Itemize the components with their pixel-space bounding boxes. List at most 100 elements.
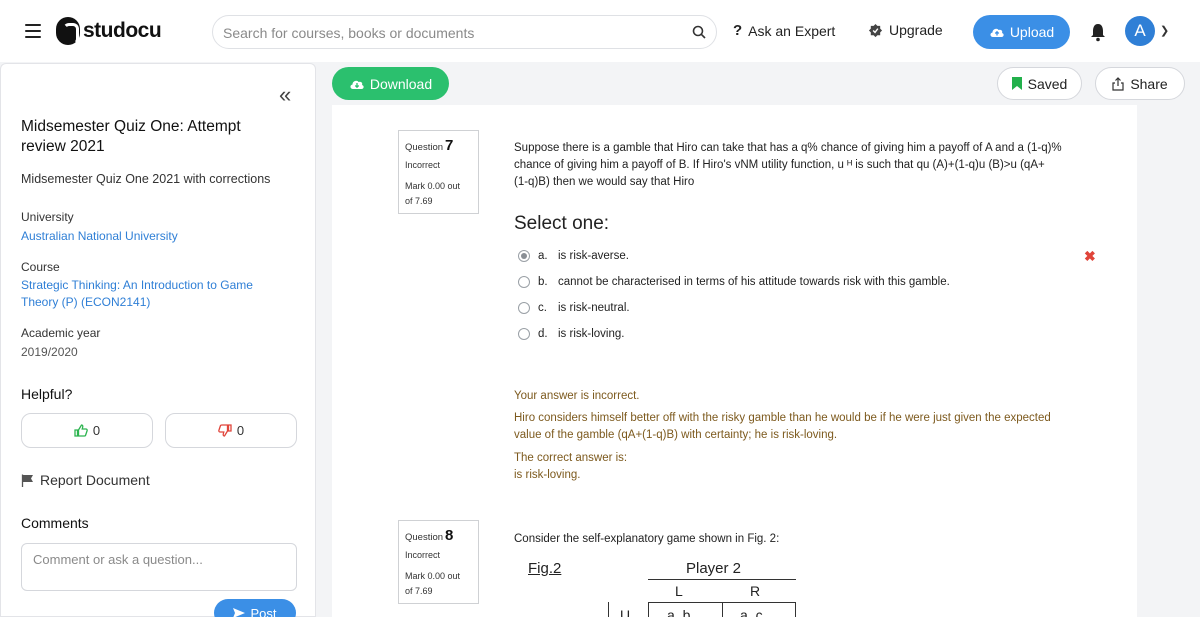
game-grid-line (795, 602, 796, 617)
comment-box[interactable] (21, 543, 297, 591)
course-link[interactable]: Strategic Thinking: An Introduction to G… (21, 277, 276, 311)
share-button[interactable]: Share (1095, 67, 1185, 100)
feedback-explanation: Hiro considers himself better off with t… (514, 412, 1051, 441)
flag-icon (21, 474, 33, 487)
select-one-label: Select one: (514, 213, 610, 234)
game-row-rule (608, 602, 609, 617)
downvote-count: 0 (236, 423, 245, 438)
studocu-logo[interactable]: studocu (56, 17, 162, 45)
column-r-label: R (750, 583, 761, 599)
bookmark-icon (1011, 77, 1022, 90)
bell-icon[interactable] (1089, 22, 1107, 42)
radio-icon[interactable] (518, 328, 530, 340)
cloud-upload-icon (990, 28, 1004, 37)
search-bar[interactable] (212, 15, 717, 49)
top-header: studocu ? Ask an Expert Upgrade Upload A… (0, 0, 1200, 62)
option-text: cannot be characterised in terms of his … (558, 276, 950, 288)
course-label: Course (21, 260, 60, 274)
user-avatar[interactable]: A (1125, 16, 1155, 46)
answer-option-b[interactable]: b. cannot be characterised in terms of h… (518, 276, 950, 288)
payoff-cell: a, b (667, 607, 691, 617)
question-text-line: (1-q)B) then we would say that Hiro (514, 176, 695, 188)
ask-expert-label: Ask an Expert (748, 22, 836, 39)
university-link[interactable]: Australian National University (21, 228, 276, 245)
chevron-down-icon[interactable]: ❯ (1160, 24, 1169, 37)
university-label: University (21, 210, 74, 224)
saved-label: Saved (1027, 75, 1068, 92)
upgrade-link[interactable]: Upgrade (868, 22, 943, 38)
downvote-button[interactable]: 0 (165, 413, 297, 448)
question-text-line: Suppose there is a gamble that Hiro can … (514, 142, 1062, 154)
send-icon (233, 608, 246, 617)
document-title: Midsemester Quiz One: Attempt review 202… (21, 118, 241, 155)
post-comment-button[interactable]: Post (214, 599, 296, 617)
search-input[interactable] (223, 22, 683, 44)
logo-icon (56, 17, 80, 45)
player-2-label: Player 2 (686, 560, 742, 577)
option-text: is risk-neutral. (558, 302, 630, 314)
thumbs-down-icon (218, 424, 232, 437)
download-label: Download (369, 75, 433, 92)
answer-option-a[interactable]: a. is risk-averse. (518, 250, 629, 262)
avatar-initial: A (1134, 21, 1146, 40)
document-subtitle: Midsemester Quiz One 2021 with correctio… (21, 172, 271, 186)
document-sidebar: « Midsemester Quiz One: Attempt review 2… (0, 63, 316, 617)
question-number: Question 8 (405, 527, 454, 544)
question-state: Incorrect (405, 550, 441, 560)
search-icon[interactable] (692, 25, 706, 39)
feedback-incorrect: Your answer is incorrect. (514, 390, 640, 402)
ask-expert-link[interactable]: ? Ask an Expert (733, 22, 835, 39)
game-grid-line (722, 602, 723, 617)
question-7-text: Suppose there is a gamble that Hiro can … (514, 140, 1094, 191)
menu-icon[interactable] (25, 24, 41, 38)
radio-icon[interactable] (518, 276, 530, 288)
upload-label: Upload (1009, 24, 1055, 40)
radio-icon[interactable] (518, 302, 530, 314)
share-icon (1112, 76, 1124, 91)
correct-answer-text: is risk-loving. (514, 469, 581, 481)
thumbs-up-icon (74, 424, 88, 437)
question-mark-icon: ? (733, 22, 743, 39)
upgrade-icon (868, 23, 883, 37)
upload-button[interactable]: Upload (973, 15, 1070, 49)
cloud-download-icon (350, 80, 364, 89)
upvote-count: 0 (92, 423, 101, 438)
logo-text: studocu (83, 19, 162, 42)
comment-input[interactable] (22, 544, 296, 590)
helpful-label: Helpful? (21, 386, 73, 402)
option-text: is risk-loving. (558, 328, 625, 340)
academic-year-label: Academic year (21, 326, 101, 340)
question-text-line: chance of giving him a payoff of B. If H… (514, 159, 1045, 171)
game-grid-line (648, 602, 649, 617)
answer-option-c[interactable]: c. is risk-neutral. (518, 302, 630, 314)
radio-selected-icon[interactable] (518, 250, 530, 262)
option-text: is risk-averse. (558, 250, 629, 262)
comments-heading: Comments (21, 515, 89, 531)
game-top-rule (648, 579, 796, 580)
question-mark: Mark 0.00 out of 7.69 (405, 181, 461, 206)
answer-option-d[interactable]: d. is risk-loving. (518, 328, 624, 340)
question-state: Incorrect (405, 160, 441, 170)
question-mark: Mark 0.00 out of 7.69 (405, 571, 461, 596)
report-document-label: Report Document (40, 472, 150, 488)
correct-answer-block: The correct answer is: is risk-loving. (514, 450, 1084, 484)
question-8-text: Consider the self-explanatory game shown… (514, 533, 780, 545)
row-u-label: U (620, 607, 631, 617)
figure-label: Fig.2 (528, 560, 562, 577)
upgrade-label: Upgrade (889, 22, 943, 38)
share-label: Share (1130, 75, 1168, 92)
collapse-sidebar-icon[interactable]: « (279, 82, 291, 108)
document-viewer: Question 7 Incorrect Mark 0.00 out of 7.69… (332, 105, 1137, 617)
question-7-info: Question 7 Incorrect Mark 0.00 out of 7.69 (398, 130, 479, 214)
question-number: Question 7 (405, 137, 454, 154)
upvote-button[interactable]: 0 (21, 413, 153, 448)
question-8-info: Question 8 Incorrect Mark 0.00 out of 7.69 (398, 520, 479, 604)
report-document-link[interactable]: Report Document (21, 472, 150, 488)
post-label: Post (250, 605, 277, 617)
payoff-cell: a, c (740, 607, 763, 617)
incorrect-x-icon: ✖ (1084, 248, 1096, 264)
saved-button[interactable]: Saved (997, 67, 1082, 100)
column-l-label: L (675, 583, 683, 599)
download-button[interactable]: Download (332, 67, 449, 100)
correct-answer-label: The correct answer is: (514, 452, 628, 464)
